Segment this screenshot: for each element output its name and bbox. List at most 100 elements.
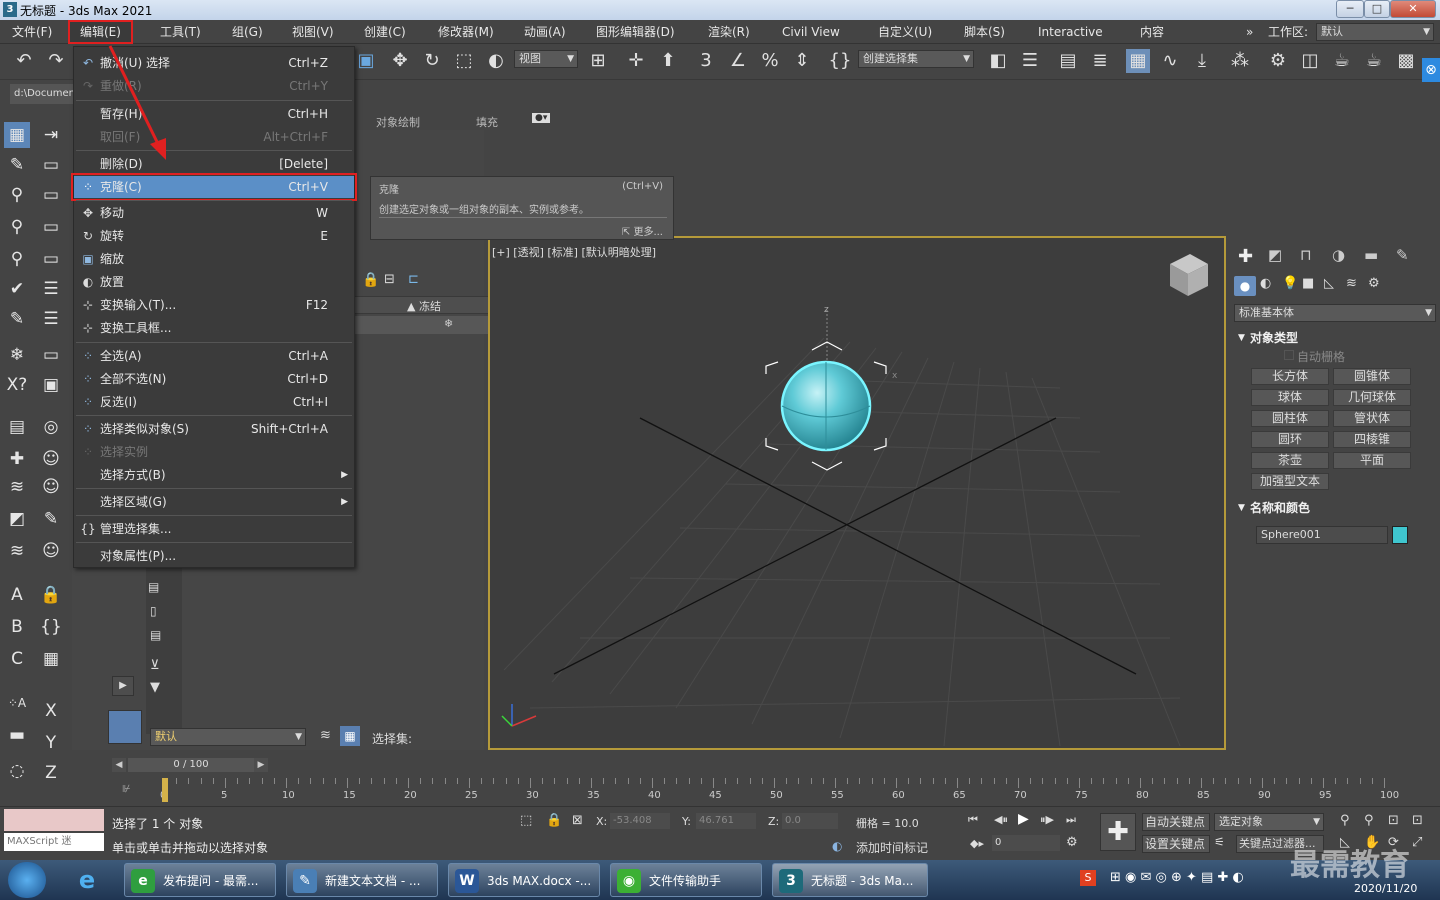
menu-tools[interactable]: 工具(T) (160, 23, 201, 41)
render-production-icon[interactable]: ☕ (1330, 49, 1354, 73)
filter-edit-icon[interactable]: ⊻ (150, 658, 160, 673)
project-path[interactable]: d:\Documents (10, 84, 74, 104)
auto-grid-checkbox[interactable] (1284, 350, 1294, 360)
axis-y-icon[interactable]: Y (38, 730, 64, 756)
render-iterative-icon[interactable]: ☕ (1362, 49, 1386, 73)
toggle-ribbon-icon[interactable]: ▦ (1126, 49, 1150, 73)
sphere-button[interactable]: 球体 (1251, 389, 1329, 406)
select-object-icon[interactable]: ▦ (4, 122, 30, 148)
perspective-viewport[interactable]: z x (488, 236, 1226, 750)
page-icon[interactable]: ▯ (150, 604, 157, 618)
taskbar-item[interactable]: e 发布提问 - 最需... (124, 863, 276, 897)
select-rotate-icon[interactable]: ↻ (420, 49, 444, 73)
taskbar-item-active[interactable]: 3 无标题 - 3ds Ma... (772, 863, 928, 897)
y-coordinate-field[interactable]: 46.761 (696, 813, 756, 829)
paint-select-icon[interactable]: ✔ (4, 276, 30, 302)
timeline-next-icon[interactable]: ▶ (254, 758, 268, 772)
next-frame-icon[interactable]: ⏸▶ (1040, 813, 1054, 827)
align-icon[interactable]: ☰ (1018, 49, 1042, 73)
object-name-field[interactable]: Sphere001 (1256, 526, 1388, 544)
cylinder-button[interactable]: 圆柱体 (1251, 410, 1329, 427)
tooltip-more-link[interactable]: ⇱ 更多... (622, 223, 663, 238)
menu-item-delete[interactable]: 删除(D) [Delete] (74, 153, 354, 175)
menu-item-rotate[interactable]: ↻ 旋转 E (74, 225, 354, 247)
minimize-button[interactable]: ─ (1336, 0, 1364, 18)
shapes-icon[interactable]: ◐ (1260, 276, 1271, 291)
layer-stack-toggle-icon[interactable]: ≋ (320, 728, 331, 743)
track-bar-icon[interactable]: ⊮ (122, 784, 131, 795)
menu-item-object-properties[interactable]: 对象属性(P)... (74, 545, 354, 567)
pen-icon[interactable]: ✎ (38, 506, 64, 532)
menu-item-selection-method[interactable]: 选择方式(B) ▶ (74, 464, 354, 486)
zoom-icon[interactable]: ⚲ (1340, 813, 1350, 828)
layer-manager-icon[interactable]: ☰ (38, 306, 64, 332)
xref-icon[interactable]: X? (4, 372, 30, 398)
dotted-circle-icon[interactable]: ◌ (4, 758, 30, 784)
hide-icon[interactable]: ▭ (38, 342, 64, 368)
freeze-snowflake-icon[interactable]: ❄ (444, 317, 453, 330)
auto-key-button[interactable]: 自动关键点 (1142, 813, 1210, 831)
menu-civil-view[interactable]: Civil View (782, 23, 840, 41)
menu-scripting[interactable]: 脚本(S) (964, 23, 1005, 41)
menu-item-select-similar[interactable]: ⁘ 选择类似对象(S) Shift+Ctrl+A (74, 418, 354, 440)
container-icon[interactable]: ▭ (38, 182, 64, 208)
tab-fill[interactable]: 填充 (476, 114, 498, 130)
tray-icons[interactable]: ⊞ ◉ ✉ ◎ ⊕ ✦ ▤ ✚ ◐ (1110, 870, 1244, 885)
input-method-icon[interactable]: S (1080, 870, 1096, 886)
menu-modifiers[interactable]: 修改器(M) (438, 23, 494, 41)
layer-explorer-icon[interactable]: ≣ (1088, 49, 1112, 73)
add-icon[interactable]: ✚ (4, 446, 30, 472)
menu-item-redo[interactable]: ↷ 重做(R) Ctrl+Y (74, 75, 354, 97)
lasso-select-icon[interactable]: ✎ (4, 152, 30, 178)
menubar-overflow-icon[interactable]: » (1246, 23, 1253, 41)
link-select-icon[interactable]: ⚲ (4, 214, 30, 240)
teapot-button[interactable]: 茶壶 (1251, 452, 1329, 469)
maxscript-input[interactable]: MAXScript 迷 (4, 833, 104, 851)
render-in-cloud-icon[interactable]: ▩ (1394, 49, 1418, 73)
display-icon[interactable]: ◎ (38, 414, 64, 440)
systems-icon[interactable]: ⚙ (1368, 276, 1380, 291)
viewcube-icon[interactable] (1170, 254, 1208, 296)
zoom-extents-icon[interactable]: ⊡ (1388, 813, 1399, 828)
menu-item-fetch[interactable]: 取回(F) Alt+Ctrl+F (74, 126, 354, 148)
lock-icon[interactable]: 🔒 (38, 582, 64, 608)
object-type-rollout[interactable]: ▼ 对象类型 (1234, 328, 1430, 348)
axis-z-icon[interactable]: Z (38, 760, 64, 786)
menu-rendering[interactable]: 渲染(R) (708, 23, 750, 41)
set-key-big-icon[interactable]: ✚ (1100, 813, 1136, 851)
people-icon[interactable]: ☺ (38, 446, 64, 472)
material-editor-icon[interactable]: ⁂ (1228, 49, 1252, 73)
motion-tab-icon[interactable]: ◑ (1332, 246, 1345, 264)
geometry-icon[interactable]: ● (1234, 276, 1256, 296)
hierarchy-tab-icon[interactable]: ⊓ (1300, 246, 1312, 264)
bind-icon[interactable]: ⚲ (4, 246, 30, 272)
menu-item-select-all[interactable]: ⁘ 全选(A) Ctrl+A (74, 345, 354, 367)
text-b-icon[interactable]: B (4, 614, 30, 640)
render-setup-icon[interactable]: ⚙ (1266, 49, 1290, 73)
add-time-tag[interactable]: 添加时间标记 (856, 839, 928, 856)
menu-item-undo[interactable]: ↶ 撤消(U) 选择 Ctrl+Z (74, 52, 354, 74)
spinner-snap-icon[interactable]: ⇕ (790, 49, 814, 73)
explorer-tree-icon[interactable]: ⊏ (408, 272, 419, 287)
menu-item-clone[interactable]: ⁘ 克隆(C) Ctrl+V (71, 173, 357, 201)
set-key-button[interactable]: 设置关键点 (1142, 835, 1210, 853)
frame-ruler[interactable]: 0510152025303540455055606570758085909510… (160, 778, 1399, 804)
curve-editor-icon[interactable]: ∿ (1158, 49, 1182, 73)
plane-button[interactable]: 平面 (1333, 452, 1411, 469)
zoom-all-icon[interactable]: ⚲ (1364, 813, 1374, 828)
select-scale-icon[interactable]: ⬚ (452, 49, 476, 73)
selection-set-icon[interactable]: ▦ (340, 726, 360, 746)
key-target-select[interactable]: 选定对象 ▼ (1214, 813, 1324, 831)
maximize-viewport-icon[interactable]: ⤢ (1412, 835, 1422, 850)
filter-icon[interactable]: ▼ (150, 680, 160, 695)
toolbar-icon[interactable]: ▭ (38, 152, 64, 178)
menu-item-select-instances[interactable]: ⁘ 选择实例 (74, 441, 354, 463)
ie-icon[interactable]: e (72, 866, 102, 894)
utilities-tab-icon[interactable]: ✎ (1396, 246, 1409, 264)
select-by-name-icon[interactable]: ⇥ (38, 122, 64, 148)
cone-button[interactable]: 圆锥体 (1333, 368, 1411, 385)
ruler-icon[interactable]: ▬ (4, 722, 30, 748)
workspace-select[interactable]: 默认 ▼ (1316, 23, 1434, 41)
menu-item-selection-region[interactable]: 选择区域(G) ▶ (74, 491, 354, 513)
display-tab-icon[interactable]: ▬ (1364, 246, 1378, 264)
